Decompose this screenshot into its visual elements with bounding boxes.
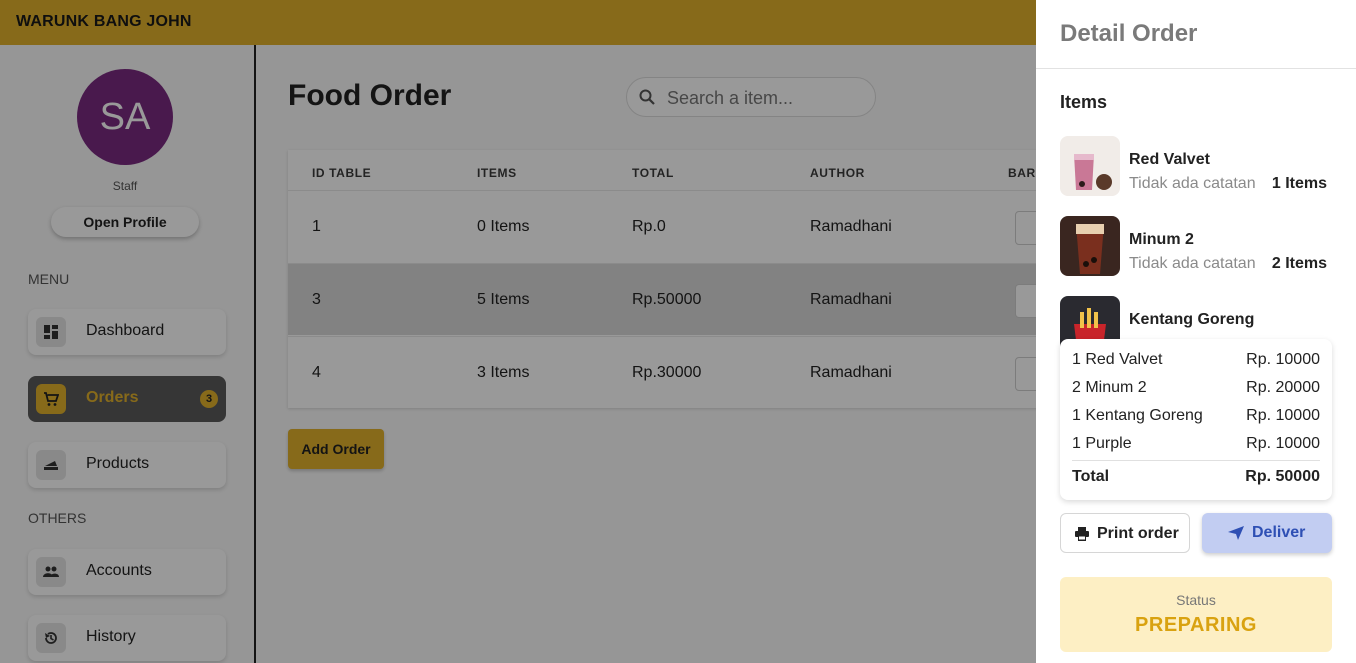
drawer-title: Detail Order (1060, 20, 1198, 47)
order-item: Minum 2 Tidak ada catatan 2 Items (1060, 216, 1332, 276)
print-order-button[interactable]: Print order (1060, 513, 1190, 553)
item-name: Red Valvet (1129, 151, 1210, 168)
divider (1036, 68, 1356, 69)
deliver-label: Deliver (1252, 524, 1306, 541)
deliver-button[interactable]: Deliver (1202, 513, 1332, 553)
send-icon (1228, 526, 1244, 540)
summary-line: 1 Red Valvet Rp. 10000 (1072, 351, 1320, 371)
item-name: Minum 2 (1129, 231, 1194, 248)
printer-icon (1075, 527, 1089, 541)
summary-line: 1 Purple Rp. 10000 (1072, 435, 1320, 455)
print-order-label: Print order (1097, 525, 1179, 542)
status-value: PREPARING (1135, 614, 1257, 636)
summary-line-label: 1 Kentang Goreng (1072, 407, 1203, 424)
item-note: Tidak ada catatan (1129, 175, 1256, 192)
order-summary: 1 Red Valvet Rp. 10000 2 Minum 2 Rp. 200… (1060, 339, 1332, 500)
summary-line-price: Rp. 20000 (1246, 379, 1320, 396)
item-thumbnail (1060, 136, 1120, 196)
items-heading: Items (1060, 92, 1108, 112)
summary-line: 1 Kentang Goreng Rp. 10000 (1072, 407, 1320, 427)
item-quantity: 2 Items (1271, 255, 1327, 272)
status-label: Status (1176, 592, 1216, 608)
item-note: Tidak ada catatan (1129, 255, 1256, 272)
summary-line-label: 1 Purple (1072, 435, 1132, 452)
summary-line-price: Rp. 10000 (1246, 351, 1320, 368)
summary-total-label: Total (1072, 468, 1110, 485)
order-status-box: Status PREPARING (1060, 577, 1332, 652)
summary-total: Total Rp. 50000 (1072, 468, 1320, 488)
drawer-backdrop[interactable] (0, 0, 1036, 663)
summary-total-value: Rp. 50000 (1245, 468, 1320, 485)
item-quantity: 1 Items (1271, 175, 1327, 192)
summary-line-price: Rp. 10000 (1246, 407, 1320, 424)
summary-line: 2 Minum 2 Rp. 20000 (1072, 379, 1320, 399)
item-name: Kentang Goreng (1129, 311, 1255, 328)
divider (1072, 460, 1320, 461)
summary-line-label: 1 Red Valvet (1072, 351, 1163, 368)
item-thumbnail (1060, 216, 1120, 276)
order-detail-drawer: Detail Order Items Red Valvet Tidak ada … (1036, 0, 1356, 663)
order-item: Red Valvet Tidak ada catatan 1 Items (1060, 136, 1332, 196)
summary-line-price: Rp. 10000 (1246, 435, 1320, 452)
summary-line-label: 2 Minum 2 (1072, 379, 1147, 396)
